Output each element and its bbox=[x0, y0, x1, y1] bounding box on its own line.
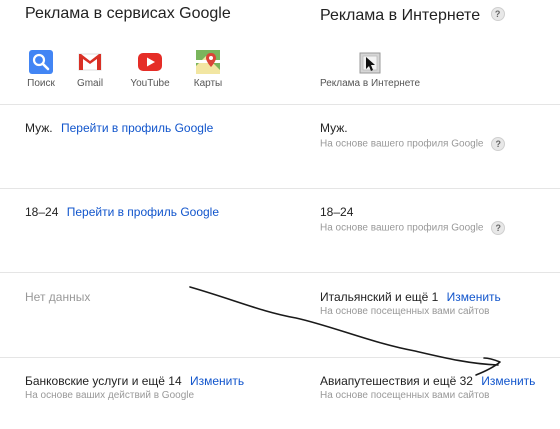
hand-drawn-arrow bbox=[189, 286, 501, 376]
